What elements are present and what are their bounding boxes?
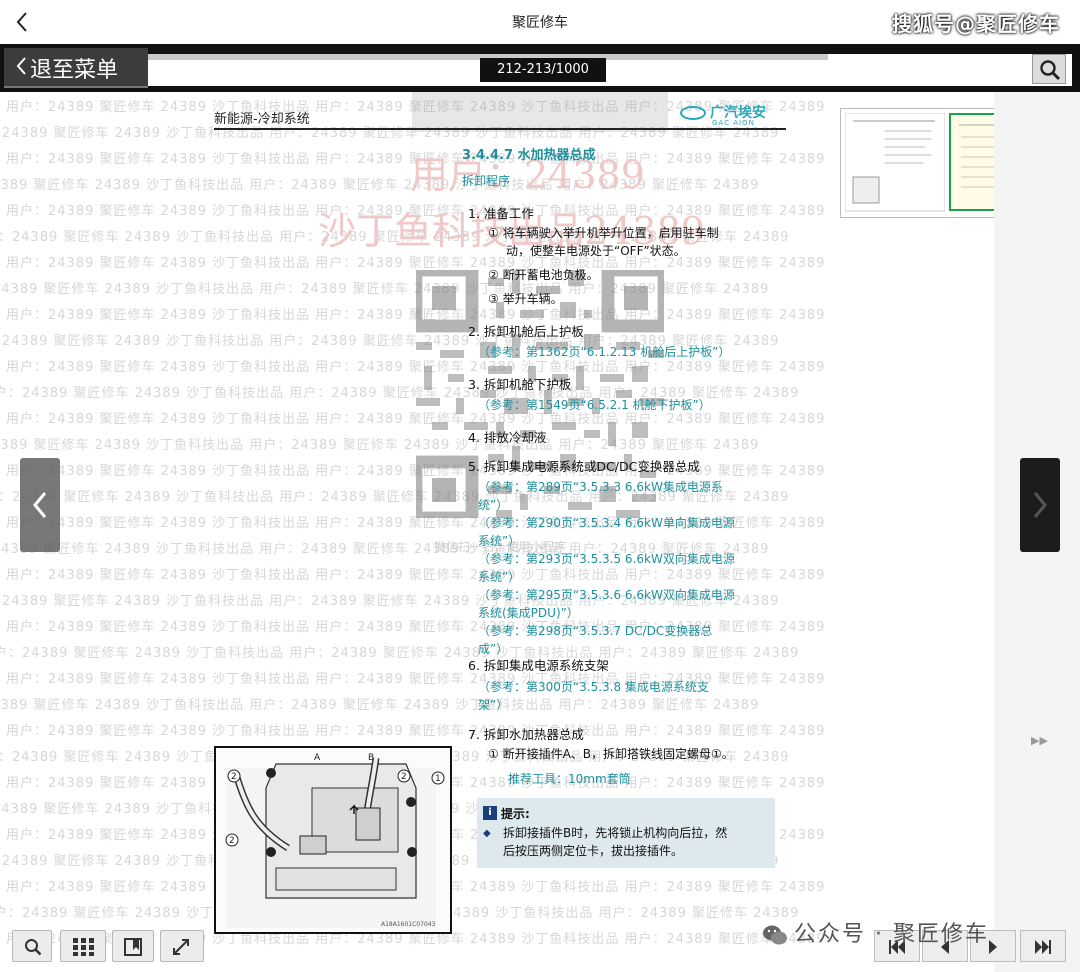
chevron-right-icon [1033,492,1047,518]
zoom-button[interactable] [12,930,52,962]
watermark-row: 用户：24389 聚匠修车 24389 沙丁鱼科技出品 用户：24389 聚匠修… [6,724,826,739]
document-viewport[interactable]: 用户：24389 聚匠修车 24389 沙丁鱼科技出品 用户：24389 聚匠修… [0,92,1080,972]
chevron-left-icon [33,492,47,518]
footer-watermark: 公众号 · 聚匠修车 [762,916,989,948]
page-thumbnail[interactable] [840,108,994,218]
grid-icon [73,938,94,956]
substep: ② 断开蓄电池负极。 [488,268,599,282]
reference-link[interactable]: 系统(集成PDU)”） [478,604,579,622]
reference-link[interactable]: 系统”） [478,568,520,586]
reference-link[interactable]: （参考：第293页“3.5.3.5 6.6kW双向集成电源 [478,550,735,568]
watermark-row: 用户：24389 聚匠修车 24389 沙丁鱼科技出品 用户：24389 聚匠修… [0,698,760,713]
navbar-watermark: 搜狐号@聚匠修车 [892,12,1060,36]
info-icon: i [483,806,497,820]
page-counter: 212-213/1000 [480,58,606,82]
watermark-row: 用户：24389 聚匠修车 24389 沙丁鱼科技出品 用户：24389 聚匠修… [6,152,826,167]
step-title: 2. 拆卸机舱后上护板 [468,324,584,339]
reference-link[interactable]: （参考：第290页“3.5.3.4 6.6kW单向集成电源 [478,514,735,532]
svg-text:2: 2 [229,836,235,846]
substep: ① 断开接插件A、B，拆卸搭铁线固定螺母①。 [488,747,734,761]
reference-link[interactable]: 统”） [478,496,508,514]
last-page-icon [1035,940,1051,954]
exit-label: 退至菜单 [30,58,119,83]
step-title: 5. 拆卸集成电源系统或DC/DC变换器总成 [468,459,700,474]
faint-overlay-toolbar [412,92,668,132]
procedure-label: 拆卸程序 [462,174,511,188]
reference-link[interactable]: 系统”） [478,532,520,550]
reference-link[interactable]: （参考：第295页“3.5.3.6 6.6kW双向集成电源 [478,586,735,604]
reference-link[interactable]: 架”） [478,696,508,714]
step-title: 1. 准备工作 [468,206,534,221]
magnifier-icon [1040,60,1061,81]
reference-link[interactable]: （参考：第289页“3.5.3.3 6.6kW集成电源系 [478,478,723,496]
substep: ① 将车辆驶入举升机举升位置，启用驻车制 [488,226,719,240]
reference-link[interactable]: （参考：第1549页“6.5.2.1 机舱下护板”） [478,396,711,414]
heater-diagram: 2 2 2 1 A B [225,753,445,928]
substep: ③ 举升车辆。 [488,292,563,306]
prev-page-button[interactable] [20,458,60,552]
step-title: 4. 排放冷却液 [468,430,547,445]
step-title: 3. 拆卸机舱下护板 [468,377,572,392]
reference-link[interactable]: （参考：第300页“3.5.3.8 集成电源系统支 [478,678,709,696]
tip-title: 提示: [501,807,530,821]
recommended-tool: 推荐工具：10mm套筒 [508,772,631,786]
svg-text:B: B [368,753,374,763]
svg-text:2: 2 [401,772,407,782]
section-title: 3.4.4.7 水加热器总成 [462,148,596,163]
thumbnail-viewport[interactable] [949,113,994,211]
manual-page: 用户：24389 聚匠修车 24389 沙丁鱼科技出品 用户：24389 聚匠修… [0,92,994,972]
step-title: 6. 拆卸集成电源系统支架 [468,658,609,673]
expand-icon [173,939,189,955]
last-page-button[interactable] [1020,930,1066,962]
search-input[interactable] [148,54,1072,86]
header-rule [214,128,786,130]
substep: 动，使整车电源处于“OFF”状态。 [506,244,686,258]
watermark-row: 用户：24389 聚匠修车 24389 沙丁鱼科技出品 用户：24389 聚匠修… [6,256,826,271]
exit-to-menu-button[interactable]: 退至菜单 [4,48,148,88]
component-illustration: 2 2 2 1 A B A18A1601C07043 [214,746,452,934]
zoom-icon [25,939,42,956]
step-title: 7. 拆卸水加热器总成 [468,727,584,742]
chevron-left-icon [14,55,28,83]
wechat-icon [763,925,787,945]
tip-text: 拆卸接插件B时，先将锁止机构向后拉，然 后按压两侧定位卡，拔出接插件。 [503,826,728,858]
app-root: 聚匠修车 搜狐号@聚匠修车 退至菜单 212-213/1000 用户：24389… [0,0,1080,972]
brand-logo-sub: GAC AION [712,119,755,127]
watermark-row: 用户：24389 聚匠修车 24389 沙丁鱼科技出品 用户：24389 聚匠修… [0,178,760,193]
reference-link[interactable]: （参考：第298页“3.5.3.7 DC/DC变换器总 [478,622,712,640]
thumbnail-page-left [845,113,945,212]
svg-text:1: 1 [435,774,441,784]
bookmark-icon [124,938,142,956]
tip-box: i 提示: ◆ 拆卸接插件B时，先将锁止机构向后拉，然 后按压两侧定位卡，拔出接… [477,798,775,868]
thumbnail-page-right [959,124,994,188]
bookmark-button[interactable] [112,930,154,962]
search-button[interactable] [1032,54,1066,84]
next-page-button[interactable] [1020,458,1060,552]
svg-text:2: 2 [231,772,237,782]
top-navbar: 聚匠修车 搜狐号@聚匠修车 [0,0,1080,44]
bullet-icon: ◆ [483,828,491,839]
svg-text:A: A [314,753,321,763]
grid-view-button[interactable] [60,930,106,962]
reference-link[interactable]: （参考：第1362页“6.1.2.13 机舱后上护板”） [478,343,730,361]
fullscreen-button[interactable] [160,930,204,962]
fast-forward-icon: ▶▶ [1031,734,1048,747]
watermark-row: 用户：24389 聚匠修车 24389 沙丁鱼科技出品 用户：24389 聚匠修… [6,204,826,219]
section-header: 新能源-冷却系统 [214,112,310,127]
watermark-row: 用户：24389 聚匠修车 24389 沙丁鱼科技出品 用户：24389 聚匠修… [0,646,800,661]
